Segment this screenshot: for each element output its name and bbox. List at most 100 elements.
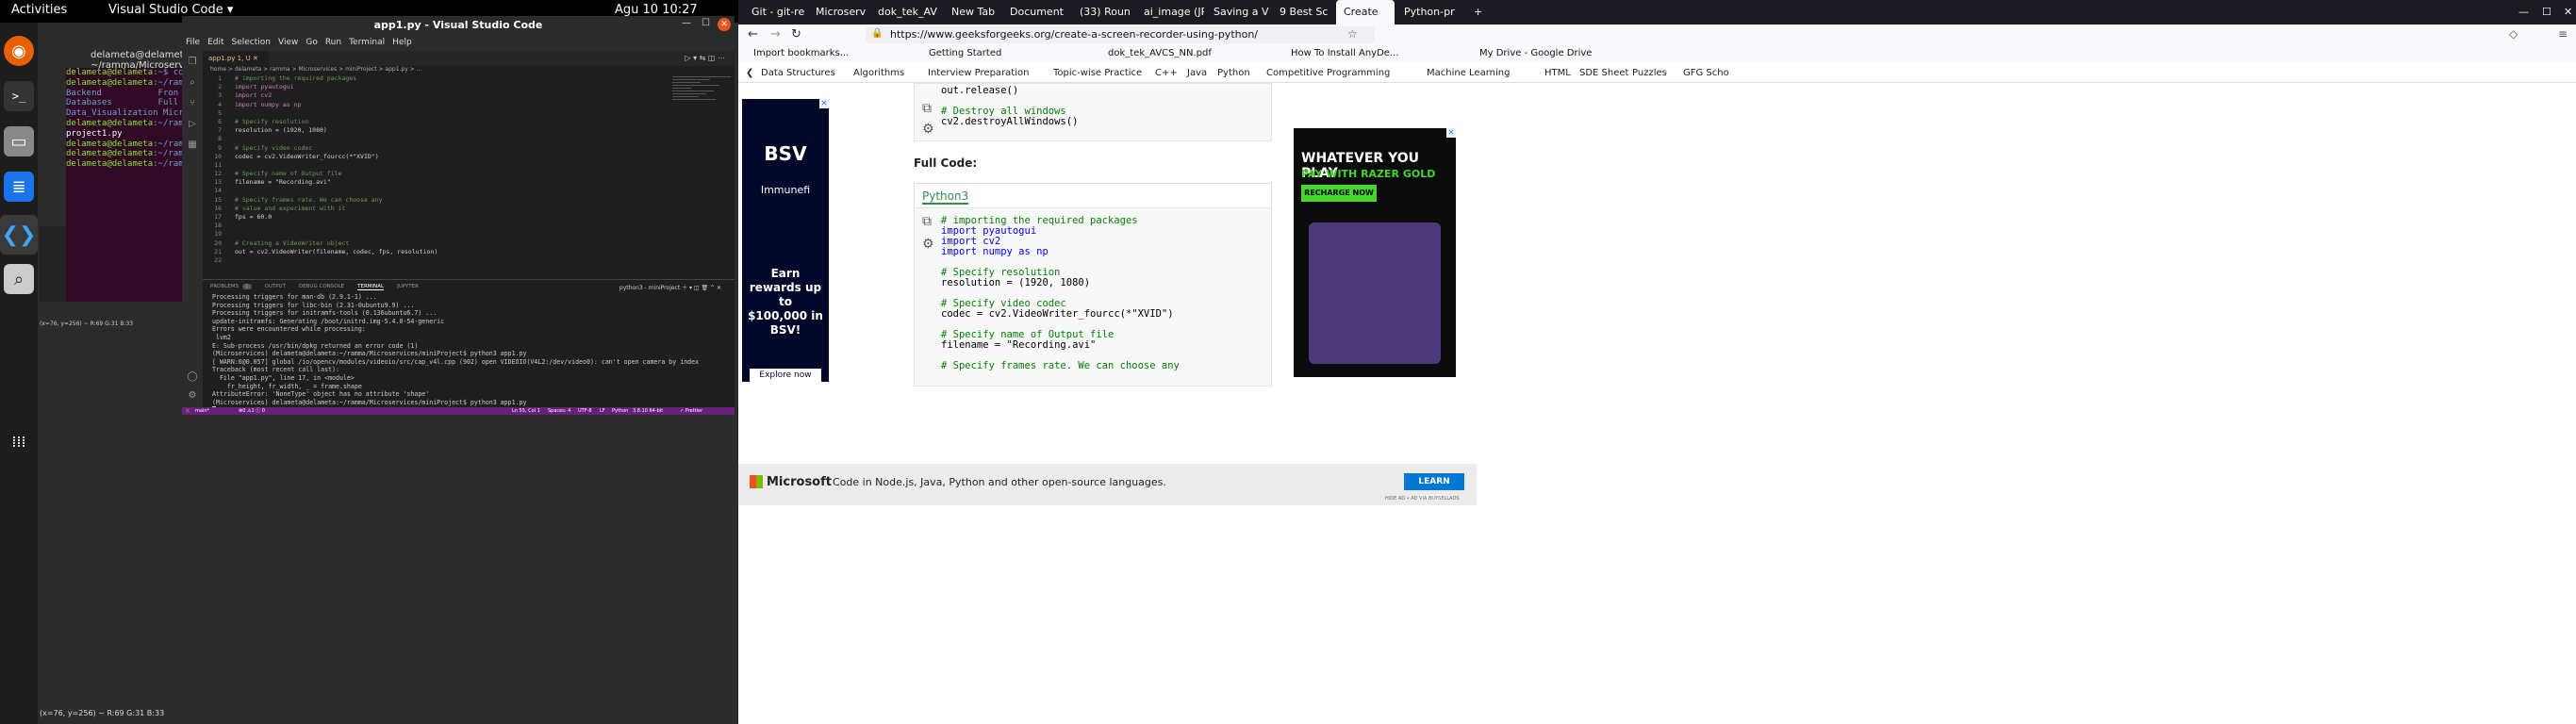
panel-tab-output[interactable]: OUTPUT: [265, 284, 286, 289]
topic-link[interactable]: Machine Learning: [1427, 68, 1510, 78]
menu-go[interactable]: Go: [302, 35, 321, 50]
prettier[interactable]: ✓ Prettier: [680, 407, 702, 415]
bookmark-item[interactable]: dok_tek_AVCS_NN.pdf: [1108, 48, 1212, 58]
code-editor[interactable]: 1 # importing the required packages 2 impor…: [203, 74, 665, 280]
terminal-icon[interactable]: >_: [4, 81, 34, 111]
window-maximize-icon[interactable]: ☐: [2535, 0, 2559, 25]
right-ad[interactable]: ✕ WHATEVER YOU PLAY PAY WITH RAZER GOLD …: [1294, 128, 1456, 377]
menu-help[interactable]: Help: [388, 35, 416, 50]
run-debug-icon[interactable]: ▷: [187, 119, 198, 130]
browser-tab[interactable]: (33) Roun: [1072, 0, 1134, 25]
settings-gear-icon[interactable]: ⚙: [187, 390, 198, 402]
branch[interactable]: main*: [195, 407, 209, 415]
run-icon[interactable]: ▷ ▾ ⇆ ◫ ⋯: [685, 54, 725, 62]
panel-tab-debug-console[interactable]: DEBUG CONSOLE: [299, 284, 344, 289]
account-icon[interactable]: ◯: [187, 371, 198, 383]
ad-note[interactable]: HIDE AD • AD VIA BUYSELLADS: [1385, 496, 1460, 502]
interpreter[interactable]: 3.8.10 64-bit: [633, 407, 663, 415]
browser-tab[interactable]: New Tab: [944, 0, 1000, 25]
close-icon[interactable]: ✕: [718, 18, 731, 31]
writer-icon[interactable]: ≣: [4, 172, 34, 202]
window-close-icon[interactable]: ✕: [2556, 0, 2576, 25]
eol[interactable]: LF: [600, 407, 605, 415]
left-ad[interactable]: ✕ BSV Immunefi Earn rewards up to $100,0…: [742, 99, 829, 382]
search-app-icon[interactable]: ⌕: [4, 264, 34, 294]
browser-tab[interactable]: Document: [1002, 0, 1070, 25]
menu-view[interactable]: View: [274, 35, 302, 50]
maximize-icon[interactable]: ☐: [702, 18, 710, 28]
browser-tab[interactable]: dok_tek_AV: [870, 0, 942, 25]
microsoft-banner[interactable]: Microsoft Code in Node.js, Java, Python …: [738, 464, 1477, 505]
topic-link[interactable]: GFG Scho: [1683, 68, 1729, 78]
apps-grid-icon[interactable]: ⁞⁞⁞: [4, 426, 34, 456]
menu-selection[interactable]: Selection: [228, 35, 274, 50]
bookmark-item[interactable]: How To Install AnyDe...: [1291, 48, 1398, 58]
browser-tab[interactable]: 9 Best Sc: [1272, 0, 1334, 25]
workspace-thumbnail[interactable]: [40, 226, 68, 302]
browser-tab[interactable]: Saving a V: [1206, 0, 1270, 25]
firefox-icon[interactable]: ◉: [4, 36, 34, 66]
app-menu[interactable]: Visual Studio Code ▾: [108, 3, 233, 17]
menu-file[interactable]: File: [182, 35, 204, 50]
panel-tab-jupyter[interactable]: JUPYTER: [397, 284, 419, 289]
browser-tab[interactable]: Git - git-re: [744, 0, 806, 25]
language[interactable]: Python: [612, 407, 628, 415]
clock[interactable]: Agu 10 10:27: [615, 3, 698, 17]
url-bar[interactable]: https://www.geeksforgeeks.org/create-a-s…: [866, 26, 1375, 43]
remote-icon[interactable]: ⤬: [186, 407, 190, 415]
panel-tab-problems[interactable]: PROBLEMS: [210, 284, 239, 289]
topic-link[interactable]: Java: [1187, 68, 1207, 78]
bookmark-item[interactable]: My Drive - Google Drive: [1479, 48, 1592, 58]
topics-prev-icon[interactable]: ❮: [746, 68, 753, 78]
panel-tab-terminal[interactable]: TERMINAL: [357, 284, 385, 290]
topic-link[interactable]: Python: [1217, 68, 1250, 78]
topic-link[interactable]: HTML: [1544, 68, 1571, 78]
topic-link[interactable]: Algorithms: [853, 68, 904, 78]
copy-code-icon[interactable]: ⧉: [922, 214, 932, 229]
right-ad-close-icon[interactable]: ✕: [1446, 128, 1456, 138]
browser-tab[interactable]: ai_image (JP: [1136, 0, 1204, 25]
menu-terminal[interactable]: Terminal: [345, 35, 388, 50]
indent[interactable]: Spaces: 4: [548, 407, 570, 415]
browser-tab[interactable]: Python-pr: [1396, 0, 1464, 25]
reload-icon[interactable]: ↻: [791, 27, 801, 41]
menu-icon[interactable]: ≡: [2558, 27, 2568, 41]
topic-link[interactable]: SDE Sheet: [1579, 68, 1628, 78]
lang-tab-python3[interactable]: Python3: [922, 189, 969, 205]
pocket-icon[interactable]: ◇: [2509, 27, 2518, 41]
new-tab-icon[interactable]: +: [1466, 0, 1490, 25]
integrated-terminal[interactable]: Processing triggers for man-db (2.9.1-1)…: [203, 293, 735, 415]
topic-link[interactable]: Data Structures: [761, 68, 835, 78]
activities-button[interactable]: Activities: [11, 3, 67, 17]
tab-app1[interactable]: app1.py 1, U ✕: [203, 51, 269, 66]
browser-tab[interactable]: Microserv: [808, 0, 868, 25]
extensions-icon[interactable]: ▦: [187, 140, 198, 151]
minimize-icon[interactable]: —: [682, 18, 691, 28]
topic-link[interactable]: Interview Preparation: [928, 68, 1029, 78]
browser-tab[interactable]: Create: [1336, 0, 1395, 25]
forward-icon[interactable]: →: [770, 27, 781, 41]
window-minimize-icon[interactable]: —: [2511, 0, 2536, 25]
bookmark-item[interactable]: Getting Started: [929, 48, 1001, 58]
back-icon[interactable]: ←: [748, 27, 758, 41]
menu-edit[interactable]: Edit: [204, 35, 227, 50]
minimap[interactable]: [669, 74, 735, 150]
code-settings-icon[interactable]: ⚙: [922, 237, 934, 252]
bookmark-item[interactable]: Import bookmarks...: [753, 48, 849, 58]
source-control-icon[interactable]: ⑂: [187, 98, 198, 109]
search-icon[interactable]: ⌕: [187, 77, 198, 89]
copy-icon[interactable]: ⧉: [922, 101, 932, 116]
ad-close-icon[interactable]: ✕: [819, 99, 829, 108]
settings-icon[interactable]: ⚙: [922, 122, 934, 137]
learn-more-button[interactable]: LEARN MORE: [1404, 473, 1464, 503]
vscode-icon[interactable]: ❮❯: [0, 215, 38, 255]
topic-link[interactable]: Topic-wise Practice: [1053, 68, 1142, 78]
bookmark-star-icon[interactable]: ☆: [1347, 27, 1358, 41]
topic-link[interactable]: Puzzles: [1632, 68, 1667, 78]
encoding[interactable]: UTF-8: [578, 407, 592, 415]
right-ad-cta[interactable]: RECHARGE NOW: [1301, 185, 1377, 202]
topic-link[interactable]: C++: [1155, 68, 1178, 78]
menu-run[interactable]: Run: [322, 35, 345, 50]
topic-link[interactable]: Competitive Programming: [1266, 68, 1390, 78]
ad-cta[interactable]: Explore now: [750, 369, 821, 382]
